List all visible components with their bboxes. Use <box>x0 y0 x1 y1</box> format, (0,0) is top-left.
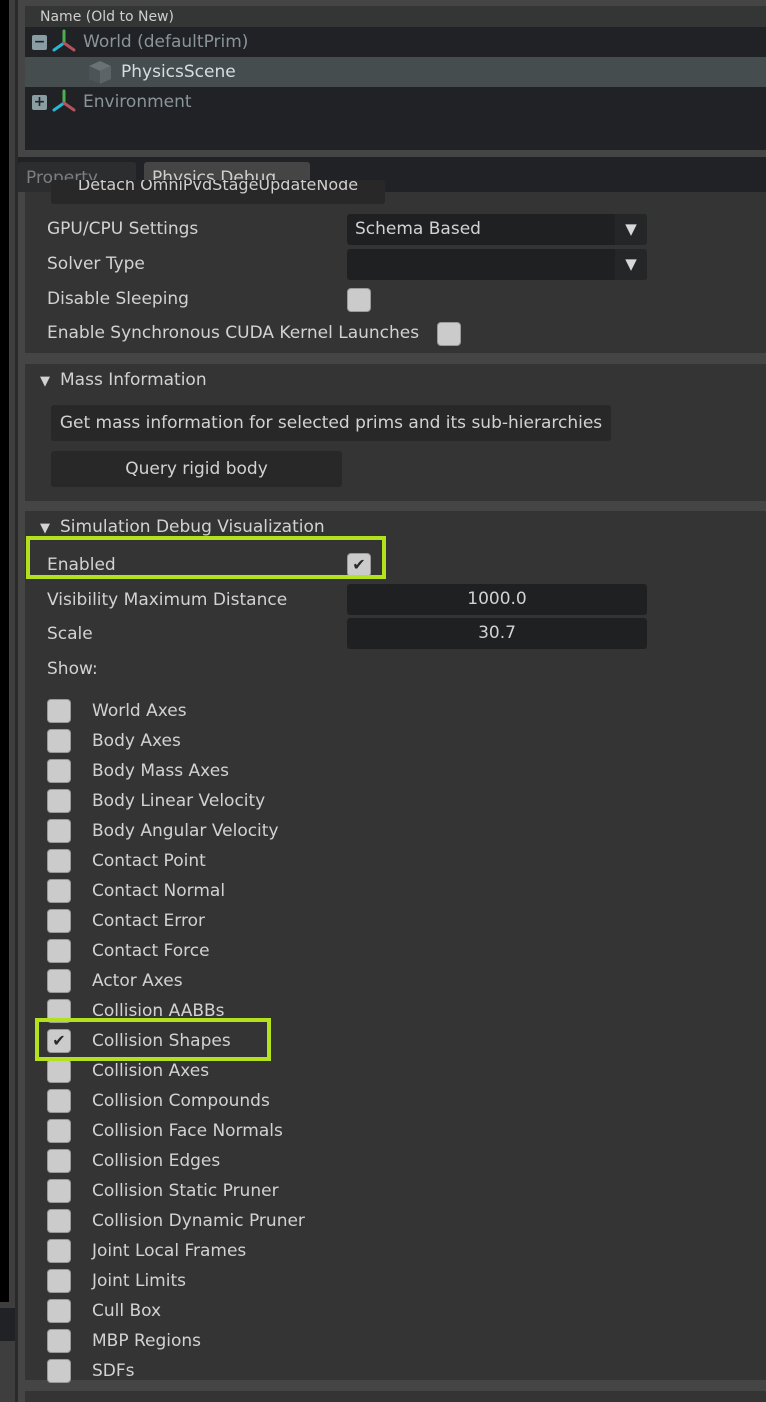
gpu-cpu-value: Schema Based <box>355 219 481 239</box>
show-item-label: Body Angular Velocity <box>92 821 279 841</box>
show-item-checkbox[interactable] <box>47 1209 71 1233</box>
next-panel <box>25 1391 766 1402</box>
show-item-label: Collision Dynamic Pruner <box>92 1211 305 1231</box>
disable-sleeping-label: Disable Sleeping <box>47 289 189 309</box>
tree-row-label: World (defaultPrim) <box>83 32 249 52</box>
get-mass-info-button[interactable]: Get mass information for selected prims … <box>51 405 611 441</box>
show-item-label: Collision AABBs <box>92 1001 225 1021</box>
show-item-label: Contact Normal <box>92 881 226 901</box>
tree-row-label: Environment <box>83 92 192 112</box>
show-item-label: Contact Force <box>92 941 210 961</box>
show-item-label: Collision Edges <box>92 1151 221 1171</box>
show-item-checkbox[interactable] <box>47 729 71 753</box>
collapse-triangle-icon: ▼ <box>40 374 50 389</box>
query-rigid-body-button[interactable]: Query rigid body <box>51 451 342 487</box>
sim-debug-header[interactable]: ▼ Simulation Debug Visualization <box>40 517 325 537</box>
show-item-checkbox[interactable] <box>47 699 71 723</box>
tree-row-label: PhysicsScene <box>121 62 236 82</box>
show-item-label: Body Linear Velocity <box>92 791 266 811</box>
show-item-checkbox[interactable] <box>47 939 71 963</box>
show-item-label: Joint Local Frames <box>92 1241 247 1261</box>
show-item-label: Body Axes <box>92 731 181 751</box>
visibility-max-distance-label: Visibility Maximum Distance <box>47 590 288 610</box>
xform-axes-icon <box>52 29 76 52</box>
mass-information-panel: ▼ Mass Information Get mass information f… <box>25 364 766 501</box>
show-item-checkbox[interactable] <box>47 849 71 873</box>
show-item-checkbox[interactable] <box>47 1059 71 1083</box>
show-item-label: Collision Shapes <box>92 1031 231 1051</box>
physics-debug-content: Detach OmniPvdStageUpdateNode GPU/CPU Se… <box>18 180 766 1402</box>
show-item-label: Cull Box <box>92 1301 162 1321</box>
tree-row-world[interactable]: − World (defaultPrim) <box>25 27 766 57</box>
mass-information-header[interactable]: ▼ Mass Information <box>40 370 207 390</box>
show-item-label: Collision Face Normals <box>92 1121 283 1141</box>
section-title: Mass Information <box>60 370 207 390</box>
show-item-label: Collision Static Pruner <box>92 1181 279 1201</box>
show-item-checkbox[interactable] <box>47 1329 71 1353</box>
visibility-max-distance-field[interactable]: 1000.0 <box>347 584 647 615</box>
show-item-checkbox[interactable] <box>47 969 71 993</box>
scale-field[interactable]: 30.7 <box>347 618 647 649</box>
show-item-label: Collision Compounds <box>92 1091 270 1111</box>
show-item-checkbox[interactable] <box>47 1359 71 1383</box>
cube-icon <box>89 61 111 84</box>
stage-panel: Name (Old to New) − World (defaultPrim) … <box>18 0 766 157</box>
show-item-label: MBP Regions <box>92 1331 202 1351</box>
solver-type-label: Solver Type <box>47 254 145 274</box>
show-item-checkbox[interactable] <box>47 759 71 783</box>
left-window-viewport <box>0 0 9 1302</box>
show-item-checkbox[interactable] <box>47 819 71 843</box>
collapse-minus-icon[interactable]: − <box>32 34 47 50</box>
show-item-checkbox[interactable] <box>47 789 71 813</box>
show-item-label: Body Mass Axes <box>92 761 230 781</box>
tree-column-header[interactable]: Name (Old to New) <box>25 6 766 27</box>
tree-row-environment[interactable]: + Environment <box>25 87 766 117</box>
disable-sleeping-checkbox[interactable] <box>347 288 371 312</box>
sync-cuda-label: Enable Synchronous CUDA Kernel Launches <box>47 323 420 343</box>
show-item-label: World Axes <box>92 701 187 721</box>
show-item-checkbox[interactable] <box>47 1089 71 1113</box>
show-item-label: Contact Error <box>92 911 205 931</box>
detach-button[interactable]: Detach OmniPvdStageUpdateNode <box>51 180 385 204</box>
show-item-checkbox[interactable] <box>47 1119 71 1143</box>
show-item-checkbox[interactable] <box>47 1239 71 1263</box>
sync-cuda-checkbox[interactable] <box>437 322 461 346</box>
show-item-label: SDFs <box>92 1361 135 1381</box>
solver-type-dropdown[interactable]: ▼ <box>347 249 647 280</box>
show-item-label: Collision Axes <box>92 1061 210 1081</box>
show-item-label: Actor Axes <box>92 971 183 991</box>
tree-row-physicsscene[interactable]: PhysicsScene <box>25 57 766 87</box>
show-item-checkbox[interactable] <box>47 909 71 933</box>
show-item-checkbox[interactable] <box>47 1179 71 1203</box>
collapse-triangle-icon: ▼ <box>40 521 50 536</box>
sim-debug-panel: ▼ Simulation Debug Visualization Enabled … <box>25 511 766 1383</box>
show-item-checkbox[interactable] <box>47 1149 71 1173</box>
enabled-checkbox[interactable]: ✔ <box>347 553 371 577</box>
section-title: Simulation Debug Visualization <box>60 517 325 537</box>
show-label: Show: <box>47 659 98 679</box>
dropdown-arrow-icon[interactable]: ▼ <box>615 214 647 245</box>
dropdown-arrow-icon[interactable]: ▼ <box>615 249 647 280</box>
scale-label: Scale <box>47 624 93 644</box>
show-item-label: Joint Limits <box>92 1271 186 1291</box>
show-item-checkbox[interactable] <box>47 879 71 903</box>
enabled-label: Enabled <box>47 555 116 575</box>
gpu-cpu-label: GPU/CPU Settings <box>47 219 199 239</box>
settings-panel: Detach OmniPvdStageUpdateNode GPU/CPU Se… <box>25 180 766 353</box>
show-item-checkbox[interactable] <box>47 999 71 1023</box>
show-item-label: Contact Point <box>92 851 206 871</box>
left-window-bar <box>0 1308 15 1341</box>
show-item-checkbox[interactable]: ✔ <box>47 1029 71 1053</box>
show-item-checkbox[interactable] <box>47 1299 71 1323</box>
stage-tree: Name (Old to New) − World (defaultPrim) … <box>25 6 766 150</box>
detach-button-label: Detach OmniPvdStageUpdateNode <box>77 180 359 194</box>
expand-plus-icon[interactable]: + <box>32 94 47 110</box>
gpu-cpu-dropdown[interactable]: Schema Based ▼ <box>347 214 647 245</box>
show-item-checkbox[interactable] <box>47 1269 71 1293</box>
xform-axes-icon <box>52 89 76 112</box>
